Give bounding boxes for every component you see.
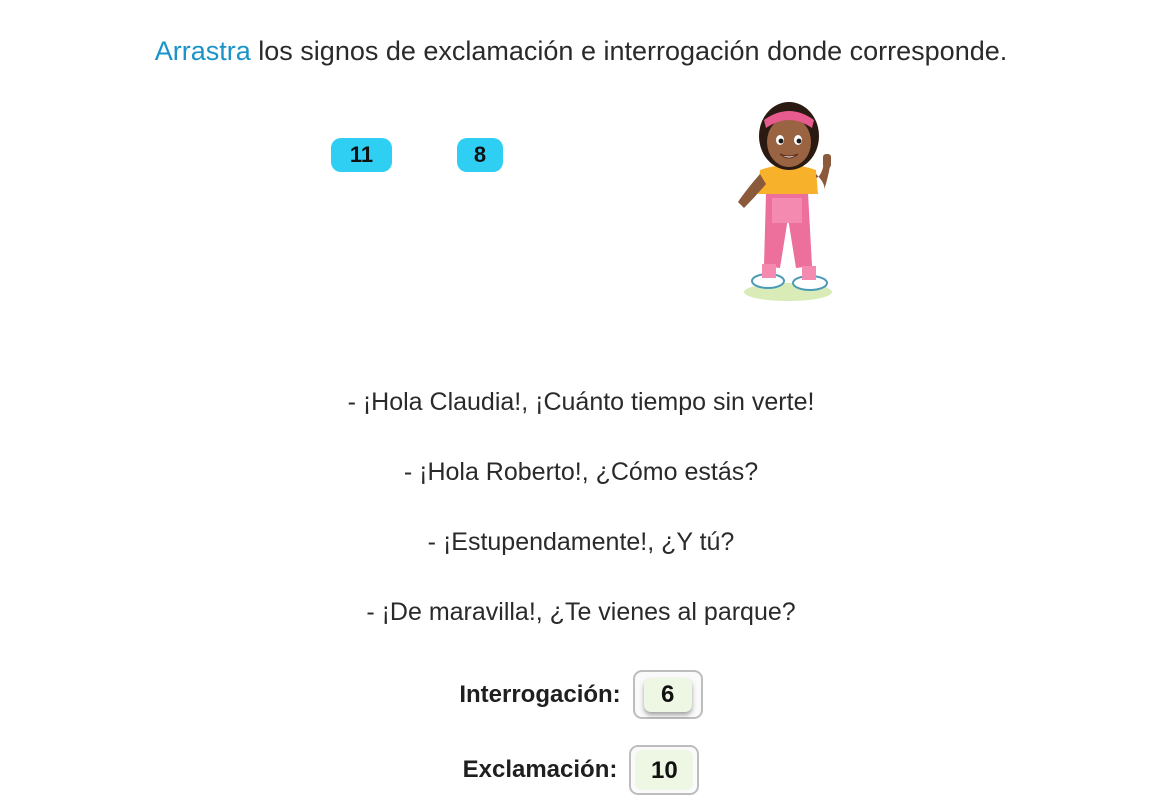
instruction-highlight: Arrastra: [154, 36, 251, 66]
dialogue-list: - ¡Hola Claudia!, ¡Cuánto tiempo sin ver…: [0, 382, 1162, 662]
draggable-chip-11[interactable]: 11: [331, 138, 392, 172]
dialogue-line: - ¡Hola Roberto!, ¿Cómo estás?: [403, 458, 759, 486]
exclamacion-drop-zone[interactable]: 10: [629, 745, 700, 795]
dialogue-line: - ¡Estupendamente!, ¿Y tú?: [427, 528, 735, 556]
instruction-text: Arrastra los signos de exclamación e int…: [0, 36, 1162, 67]
instruction-rest: los signos de exclamación e interrogació…: [250, 36, 1008, 66]
interrogacion-row: Interrogación: 6: [0, 670, 1162, 719]
dialogue-line: - ¡Hola Claudia!, ¡Cuánto tiempo sin ver…: [347, 388, 815, 416]
draggable-chip-8[interactable]: 8: [457, 138, 503, 172]
interrogacion-drop-zone[interactable]: 6: [632, 670, 703, 719]
dialogue-line: - ¡De maravilla!, ¿Te vienes al parque?: [366, 598, 796, 626]
girl-character-illustration: [738, 102, 832, 301]
interrogacion-value[interactable]: 6: [643, 677, 692, 712]
exclamacion-row: Exclamación: 10: [0, 745, 1162, 795]
exclamacion-value[interactable]: 10: [635, 750, 694, 790]
exercise-stage: Arrastra los signos de exclamación e int…: [0, 0, 1162, 805]
exclamacion-label: Exclamación:: [462, 756, 618, 783]
interrogacion-label: Interrogación:: [459, 680, 621, 708]
